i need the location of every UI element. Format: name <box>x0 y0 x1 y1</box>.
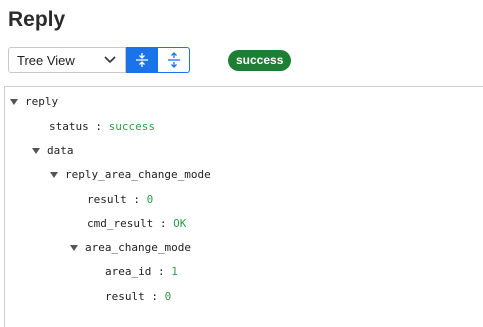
tree-view-panel: reply status : success data reply_area_c… <box>4 86 483 327</box>
node-key: result <box>105 290 145 303</box>
expanded-triangle-icon <box>50 172 58 178</box>
collapse-all-icon <box>167 52 180 68</box>
expanded-triangle-icon <box>70 245 78 251</box>
node-key: data <box>47 144 74 157</box>
node-separator: : <box>159 217 167 230</box>
node-key: reply <box>25 95 59 108</box>
chevron-down-icon <box>104 56 116 64</box>
node-key: area_change_mode <box>85 241 191 254</box>
tree-node-data[interactable]: data <box>31 144 74 158</box>
node-key: reply_area_change_mode <box>65 168 211 181</box>
node-value: 0 <box>164 290 172 303</box>
status-badge: success <box>228 50 292 71</box>
view-mode-label: Tree View <box>17 52 75 68</box>
tree-node-area-change-mode[interactable]: area_change_mode <box>69 241 191 255</box>
tree-node-area-id: area_id : 1 <box>105 265 178 279</box>
node-key: cmd_result <box>87 217 154 230</box>
page-title: Reply <box>8 8 66 31</box>
node-separator: : <box>133 193 140 206</box>
node-separator: : <box>95 120 102 133</box>
node-separator: : <box>157 265 165 278</box>
view-mode-select[interactable]: Tree View <box>8 47 126 73</box>
tree-node-result: result : 0 <box>87 193 153 207</box>
tree-node-inner-result: result : 0 <box>105 290 171 304</box>
node-value: success <box>108 120 155 133</box>
node-value: OK <box>173 217 187 230</box>
tree-node-reply-area-change-mode[interactable]: reply_area_change_mode <box>49 168 211 182</box>
node-value: 0 <box>146 193 154 206</box>
node-key: result <box>87 193 127 206</box>
expanded-triangle-icon <box>32 148 40 154</box>
node-value: 1 <box>171 265 178 278</box>
tree-node-cmd-result: cmd_result : OK <box>87 217 186 231</box>
node-separator: : <box>151 290 158 303</box>
expanded-triangle-icon <box>10 99 18 105</box>
tree-toolbar: Tree View <box>8 46 190 74</box>
expand-all-button[interactable] <box>126 47 158 73</box>
expand-all-icon <box>136 53 148 67</box>
collapse-all-button[interactable] <box>158 47 190 73</box>
tree-node-reply[interactable]: reply <box>9 95 58 109</box>
tree-node-status: status : success <box>49 120 155 134</box>
node-key: area_id <box>105 265 152 278</box>
node-key: status <box>49 120 89 133</box>
